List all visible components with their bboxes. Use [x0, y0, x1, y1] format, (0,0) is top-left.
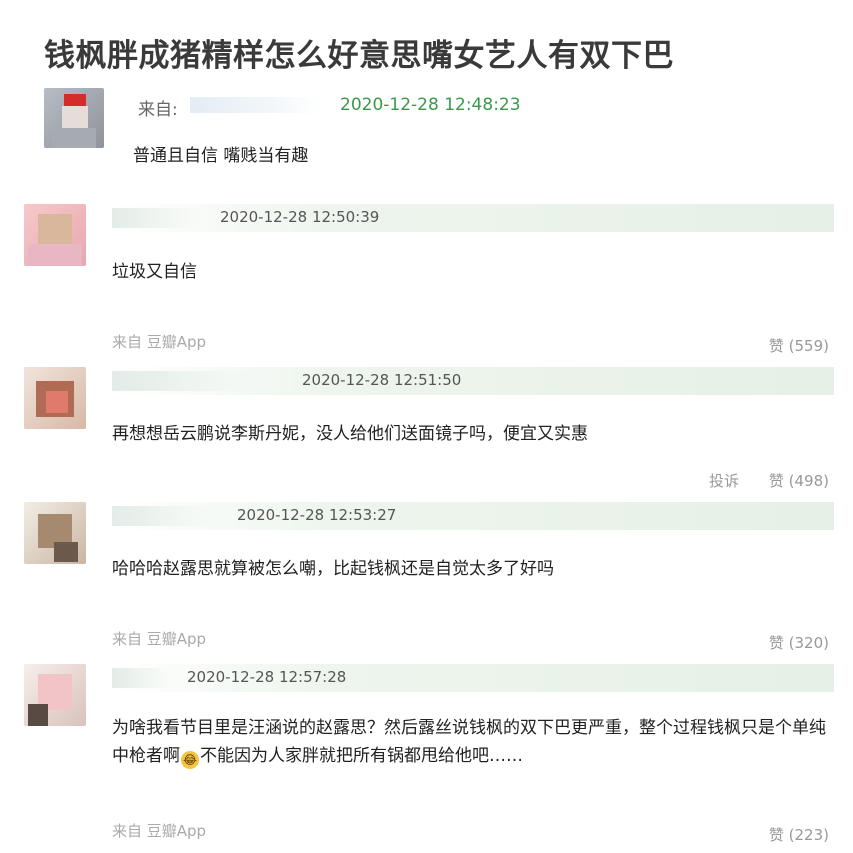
comment-timestamp: 2020-12-28 12:51:50 — [302, 371, 462, 389]
laughing-emoji-icon: 😂 — [181, 751, 199, 769]
comment-timestamp: 2020-12-28 12:50:39 — [220, 208, 380, 226]
comment-text: 再想想岳云鹏说李斯丹妮，没人给他们送面镜子吗，便宜又实惠 — [112, 424, 588, 444]
like-button[interactable]: 赞 (559) — [769, 335, 829, 356]
comment-avatar[interactable] — [24, 204, 86, 266]
report-button[interactable]: 投诉 — [709, 470, 739, 491]
comment-source: 来自 豆瓣App — [112, 630, 207, 648]
comment-text: 垃圾又自信 — [112, 262, 197, 282]
comment-header: 2020-12-28 12:53:27 — [112, 502, 834, 530]
op-source-redacted — [190, 97, 320, 113]
comment-timestamp: 2020-12-28 12:57:28 — [187, 668, 347, 686]
username-redacted[interactable] — [112, 668, 172, 688]
post-title: 钱枫胖成猪精样怎么好意思嘴女艺人有双下巴 — [44, 38, 674, 74]
comment-avatar[interactable] — [24, 664, 86, 726]
comment-text-part: 不能因为人家胖就把所有锅都甩给他吧…… — [200, 746, 523, 766]
comment-header: 2020-12-28 12:50:39 — [112, 204, 834, 232]
username-redacted[interactable] — [112, 371, 282, 391]
op-avatar[interactable] — [44, 88, 104, 148]
comment-avatar[interactable] — [24, 502, 86, 564]
username-redacted[interactable] — [112, 208, 202, 228]
comment-source: 来自 豆瓣App — [112, 333, 207, 351]
op-timestamp: 2020-12-28 12:48:23 — [340, 95, 521, 115]
like-button[interactable]: 赞 (223) — [769, 824, 829, 845]
comment-text: 为啥我看节目里是汪涵说的赵露思？然后露丝说钱枫的双下巴更严重，整个过程钱枫只是个… — [112, 714, 832, 770]
comment-timestamp: 2020-12-28 12:53:27 — [237, 506, 397, 524]
comment-avatar[interactable] — [24, 367, 86, 429]
username-redacted[interactable] — [112, 506, 222, 526]
op-text: 普通且自信 嘴贱当有趣 — [133, 146, 309, 166]
comment-text: 哈哈哈赵露思就算被怎么嘲，比起钱枫还是自觉太多了好吗 — [112, 559, 554, 579]
comment-source: 来自 豆瓣App — [112, 822, 207, 840]
op-from-label: 来自: — [138, 100, 178, 120]
comment-header: 2020-12-28 12:51:50 — [112, 367, 834, 395]
comment-header: 2020-12-28 12:57:28 — [112, 664, 834, 692]
like-button[interactable]: 赞 (498) — [769, 470, 829, 491]
like-button[interactable]: 赞 (320) — [769, 632, 829, 653]
